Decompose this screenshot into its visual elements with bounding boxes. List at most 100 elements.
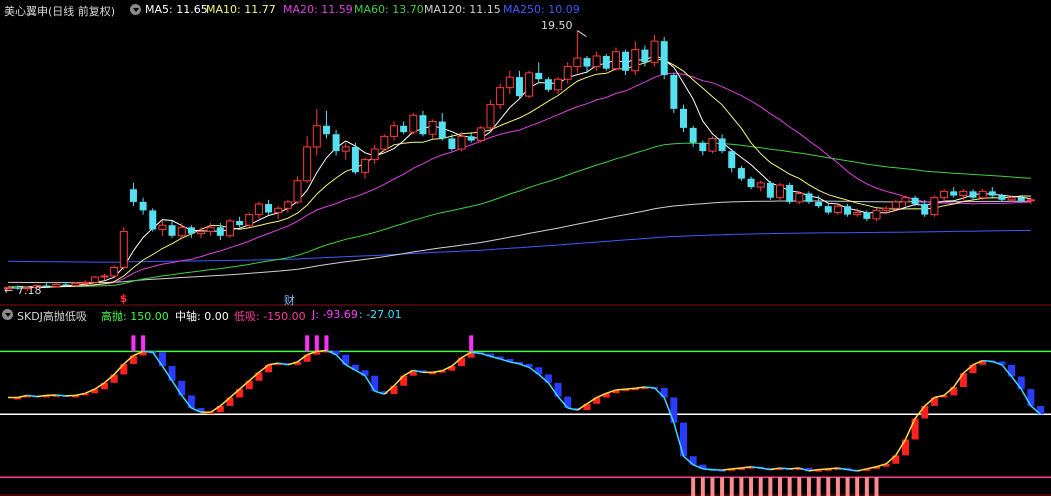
main-panel-menu-caret-icon[interactable]	[130, 4, 141, 15]
skdj-change-bar	[564, 396, 572, 408]
candle-body-down	[129, 189, 137, 202]
candle-body-down	[583, 58, 591, 67]
candle-body-up	[882, 207, 891, 211]
high-sell-signal-bar	[305, 335, 310, 352]
candle-body-up	[611, 51, 620, 70]
candle-body-up	[428, 121, 437, 135]
candle-body-up	[158, 224, 167, 230]
candle-body-up	[554, 78, 563, 91]
candle-body-down	[911, 197, 919, 205]
candle-body-down	[1017, 197, 1025, 201]
candle-body-up	[496, 87, 505, 106]
candle-body-up	[853, 212, 862, 216]
candle-body-up	[283, 201, 292, 209]
candle-body-up	[1007, 197, 1016, 201]
candle-body-up	[177, 226, 186, 237]
candle-body-down	[535, 72, 543, 80]
low-buy-signal-bar	[700, 477, 705, 496]
high-marker-leader	[577, 30, 587, 37]
ma20-line	[7, 72, 1031, 289]
candle-body-down	[187, 227, 195, 234]
low-buy-signal-bar	[806, 477, 811, 496]
candle-body-up	[90, 276, 99, 283]
candle-body-up	[650, 40, 659, 63]
candle-body-down	[786, 185, 794, 202]
skdj-j-line-segment	[828, 467, 838, 470]
candle-body-down	[236, 220, 244, 226]
low-buy-signal-bar	[749, 477, 754, 496]
skdj-j-line-segment	[779, 467, 790, 470]
ma5-legend: MA5: 11.65	[145, 3, 208, 16]
sub-panel-header: SKDJ高抛低吸 高抛: 150.00 中轴: 0.00 低吸: -150.00…	[0, 306, 1051, 324]
candle-body-down	[622, 51, 630, 71]
candle-body-up	[795, 192, 804, 203]
low-buy-signal-bar	[845, 477, 850, 496]
candle-body-up	[100, 275, 109, 278]
low-buy-signal-bar	[710, 477, 715, 496]
candle-body-up	[81, 281, 90, 284]
skdj-change-bar	[158, 352, 166, 367]
skdj-change-bar	[187, 395, 195, 408]
candle-body-down	[351, 146, 359, 173]
candle-body-up	[390, 125, 398, 137]
skdj-j-line-segment	[731, 467, 742, 470]
dividend-event-icon[interactable]: $	[120, 292, 128, 305]
candle-body-up	[293, 180, 302, 203]
skdj-change-bar	[680, 422, 687, 457]
skdj-change-bar	[1017, 376, 1025, 390]
candle-body-up	[361, 159, 370, 173]
candle-body-down	[844, 206, 852, 215]
low-price-marker-arrow-icon: ←	[4, 284, 14, 297]
high-sell-signal-bar	[314, 335, 319, 352]
candle-body-up	[380, 135, 389, 150]
candle-body-down	[680, 108, 687, 128]
candle-body-up	[245, 214, 254, 226]
low-buy-signal-bar	[835, 477, 840, 496]
high-sell-signal-bar	[469, 335, 474, 352]
low-buy-signal-bar	[720, 477, 725, 496]
skdj-change-bar	[911, 418, 919, 440]
skdj-j-line-segment	[143, 350, 153, 353]
candle-body-down	[921, 204, 929, 215]
main-panel-header: 美心翼申(日线 前复权) MA5: 11.65 MA10: 11.77 MA20…	[0, 0, 1051, 18]
low-buy-signal-bar	[797, 477, 802, 496]
skdj-j-line-segment	[982, 359, 993, 363]
candle-body-up	[303, 146, 312, 182]
skdj-change-bar	[1027, 389, 1035, 406]
low-buy-signal-bar	[758, 477, 763, 496]
candle-body-down	[815, 201, 823, 207]
skdj-change-bar	[959, 373, 967, 388]
sub-panel-title[interactable]: SKDJ高抛低吸	[17, 308, 87, 324]
low-buy-signal-bar	[778, 477, 782, 496]
candle-body-down	[43, 285, 51, 287]
low-buy-signal-bar	[816, 477, 821, 496]
skdj-j-line-segment	[818, 468, 829, 471]
candle-body-down	[660, 41, 668, 75]
candle-body-up	[457, 135, 466, 150]
candle-body-up	[197, 231, 205, 235]
sub-panel-menu-caret-icon[interactable]	[2, 309, 13, 320]
candle-body-down	[728, 151, 736, 169]
candle-body-up	[756, 182, 765, 188]
candle-body-down	[602, 55, 610, 69]
skdj-j-line-segment	[789, 467, 800, 470]
candle-body-up	[370, 148, 379, 161]
candle-body-up	[254, 203, 263, 216]
skdj-j-line-segment	[644, 386, 655, 389]
candle-body-up	[573, 57, 582, 68]
candle-body-down	[988, 191, 996, 196]
candle-body-up	[110, 267, 119, 277]
ma10-legend: MA10: 11.77	[206, 3, 276, 16]
candle-body-down	[400, 125, 408, 133]
skdj-change-bar	[371, 375, 379, 392]
candle-body-down	[747, 178, 755, 188]
main-panel-title[interactable]: 美心翼申(日线 前复权)	[4, 3, 115, 19]
candle-body-down	[467, 136, 475, 141]
candle-body-down	[969, 191, 977, 198]
candle-body-down	[718, 138, 726, 152]
candle-body-up	[631, 49, 640, 72]
candle-body-down	[139, 201, 147, 211]
candle-body-down	[824, 206, 832, 213]
candle-body-up	[833, 205, 842, 213]
candle-body-down	[670, 75, 678, 109]
